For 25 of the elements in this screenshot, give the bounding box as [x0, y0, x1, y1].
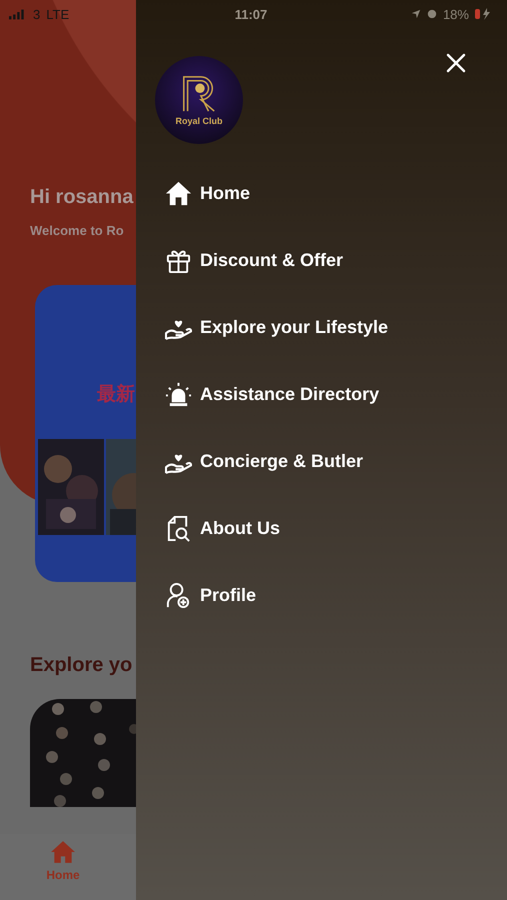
logo-text: Royal Club — [175, 116, 222, 126]
user-add-icon — [165, 582, 192, 609]
welcome-text: Welcome to Ro — [30, 223, 124, 238]
carrier-text: 3 — [33, 6, 40, 22]
section-title: Explore yo — [30, 654, 134, 677]
battery-text: 18% — [442, 6, 469, 22]
home-icon — [50, 840, 76, 864]
clock-text: 11:07 — [234, 6, 268, 22]
menu-item[interactable]: Profile — [136, 562, 256, 629]
greeting-text: Hi rosanna — [30, 186, 134, 209]
menu-item[interactable]: Concierge & Butler — [136, 428, 364, 495]
menu-item[interactable]: Explore your Lifestyle — [136, 294, 388, 361]
document-search-icon — [165, 515, 192, 542]
alarm-icon — [426, 9, 437, 19]
menu-item[interactable]: Discount & Offer — [136, 227, 344, 294]
menu-item[interactable]: About Us — [136, 495, 280, 562]
banner-title: 最新 — [97, 382, 135, 407]
home-icon — [165, 180, 192, 207]
close-icon — [446, 53, 466, 73]
battery-icon — [474, 8, 493, 20]
network-text: LTE — [46, 6, 70, 22]
menu-item[interactable]: Assistance Directory — [136, 361, 380, 428]
menu-item[interactable]: Home — [136, 160, 250, 227]
location-icon — [410, 9, 421, 19]
siren-icon — [165, 381, 192, 408]
